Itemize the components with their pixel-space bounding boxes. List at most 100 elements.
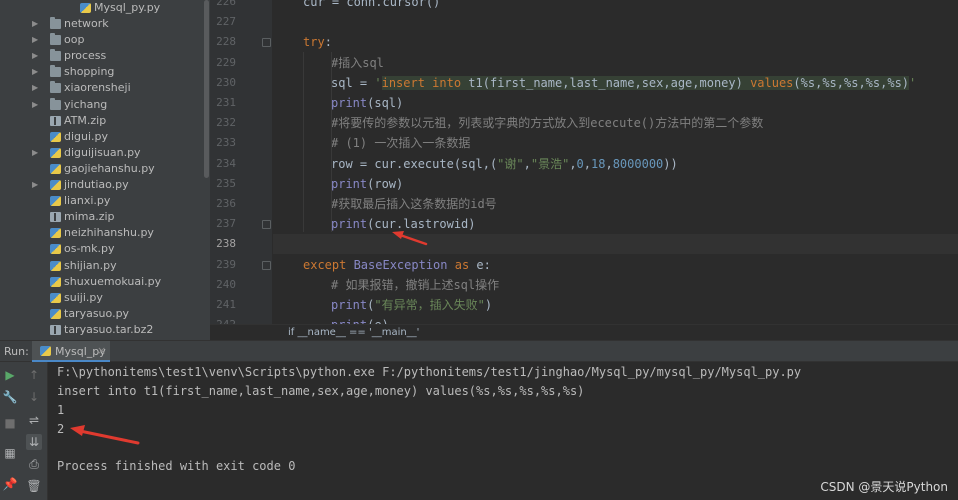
tree-item[interactable]: ▶ network	[0, 16, 203, 32]
tree-item-label: gaojiehanshu.py	[64, 161, 155, 175]
arrow-down-icon[interactable]: ↓	[26, 389, 42, 405]
code-line[interactable]: cur = conn.cursor()	[273, 0, 958, 12]
print-icon[interactable]: ⎙	[26, 456, 42, 472]
code-line[interactable]: try:	[273, 32, 958, 52]
fold-marker-icon[interactable]	[262, 38, 271, 48]
chevron-right-icon[interactable]: ▶	[32, 48, 42, 64]
code-line[interactable]: #将要传的参数以元祖，列表或字典的方式放入到ececute()方法中的第二个参数	[273, 113, 958, 133]
tree-item-label: shopping	[64, 65, 115, 79]
pin-icon[interactable]: 📌	[2, 476, 18, 492]
code-line[interactable]: # 如果报错，撤销上述sql操作	[273, 275, 958, 295]
tree-item-label: diguijisuan.py	[64, 145, 141, 159]
code-line[interactable]: # (1) 一次插入一条数据	[273, 133, 958, 153]
code-line[interactable]: print(row)	[273, 174, 958, 194]
python-file-icon	[50, 180, 61, 190]
tree-item[interactable]: mima.zip	[0, 209, 203, 225]
tree-item[interactable]: ▶ xiaorensheji	[0, 80, 203, 96]
code-token: :	[324, 35, 332, 50]
code-line[interactable]: #获取最后插入这条数据的id号	[273, 194, 958, 214]
tree-item[interactable]: ▶ oop	[0, 32, 203, 48]
code-line[interactable]: sql = 'insert into t1(first_name,last_na…	[273, 73, 958, 93]
code-token: try	[303, 35, 325, 50]
code-token: values	[750, 75, 794, 90]
console-line: Process finished with exit code 0	[57, 459, 296, 473]
tree-item[interactable]: taryasuo.tar.bz2	[0, 322, 203, 338]
archive-icon	[50, 115, 61, 126]
tree-item[interactable]: neizhihanshu.py	[0, 225, 203, 241]
tree-scrollbar[interactable]	[203, 0, 210, 340]
tree-item[interactable]: digui.py	[0, 129, 203, 145]
tree-item[interactable]: os-mk.py	[0, 241, 203, 257]
code-line[interactable]: print(cur.lastrowid)	[273, 214, 958, 234]
close-icon[interactable]: ×	[97, 344, 106, 357]
tree-item[interactable]: lianxi.py	[0, 193, 203, 209]
folder-icon	[50, 81, 61, 94]
code-token: print	[331, 176, 368, 191]
tree-item[interactable]: shijian.py	[0, 258, 203, 274]
tree-scrollbar-thumb[interactable]	[204, 0, 209, 178]
line-number: 228	[216, 35, 236, 49]
tree-item-top[interactable]: Mysql_py.py	[0, 0, 203, 16]
rerun-icon[interactable]: ▶	[2, 367, 18, 383]
tree-item-label: shijian.py	[64, 258, 117, 272]
tree-item[interactable]: ATM.zip	[0, 113, 203, 129]
code-token: print	[331, 96, 368, 110]
code-token: cur = conn.cursor()	[303, 0, 441, 9]
code-token: 18	[591, 156, 606, 171]
line-number: 238	[216, 237, 236, 251]
code-line[interactable]: print(sql)	[273, 93, 958, 113]
tree-item[interactable]: gaojiehanshu.py	[0, 161, 203, 177]
code-line[interactable]	[273, 12, 958, 32]
chevron-right-icon[interactable]: ▶	[32, 145, 42, 161]
stop-icon[interactable]: ■	[2, 415, 18, 431]
code-token: print	[331, 298, 368, 312]
soft-wrap-icon[interactable]: ⇌	[26, 412, 42, 428]
code-line[interactable]: #插入sql	[273, 53, 958, 73]
code-line[interactable]: except BaseException as e:	[273, 255, 958, 275]
code-line[interactable]: print("有异常，插入失败")	[273, 295, 958, 315]
python-file-icon	[50, 244, 61, 255]
code-token: #获取最后插入这条数据的id号	[331, 197, 497, 211]
code-token: 0	[576, 156, 584, 171]
line-number: 239	[216, 257, 236, 271]
scroll-to-end-icon[interactable]: ⇊	[26, 434, 42, 450]
tree-item[interactable]: shuxuemokuai.py	[0, 274, 203, 290]
chevron-right-icon[interactable]: ▶	[32, 97, 42, 113]
code-line[interactable]	[273, 234, 958, 255]
tree-item-label: lianxi.py	[64, 194, 111, 208]
code-token: insert into	[381, 75, 462, 90]
fold-marker-icon[interactable]	[262, 260, 271, 270]
layout-icon[interactable]: ▦	[2, 445, 18, 461]
chevron-right-icon[interactable]: ▶	[32, 177, 42, 193]
tree-item[interactable]: suiji.py	[0, 290, 203, 306]
python-file-icon	[50, 147, 61, 158]
code-token: t1(first_name,last_name,sex,age,money)	[461, 75, 751, 90]
tree-item[interactable]: ▶ shopping	[0, 64, 203, 80]
tree-item[interactable]: ▶ diguijisuan.py	[0, 145, 203, 161]
tree-item-label: neizhihanshu.py	[64, 226, 154, 240]
chevron-right-icon[interactable]: ▶	[32, 80, 42, 96]
tree-item[interactable]: ▶ process	[0, 48, 203, 64]
chevron-right-icon[interactable]: ▶	[32, 32, 42, 48]
tree-item[interactable]: ▶ yichang	[0, 97, 203, 113]
code-token: (cur.lastrowid)	[367, 217, 476, 232]
tree-item[interactable]: ▶ jindutiao.py	[0, 177, 203, 193]
line-number: 237	[216, 217, 236, 231]
code-token: (%s,%s,%s,%s,%s)	[793, 75, 910, 90]
chevron-right-icon[interactable]: ▶	[32, 16, 42, 32]
chevron-right-icon[interactable]: ▶	[32, 64, 42, 80]
breadcrumb[interactable]: if __name__ == '__main__'	[210, 324, 958, 340]
console-line: 1	[57, 403, 65, 417]
wrench-icon[interactable]: 🔧	[2, 389, 18, 405]
code-token: '	[909, 75, 917, 90]
python-file-icon	[50, 308, 61, 319]
python-file-icon	[50, 260, 61, 271]
code-line[interactable]: row = cur.execute(sql,("谢","景浩",0,18,800…	[273, 154, 958, 174]
tree-item[interactable]: taryasuo.py	[0, 306, 203, 322]
run-tab[interactable]: Mysql_py ×	[32, 341, 110, 362]
tree-item-label: Mysql_py.py	[94, 1, 161, 14]
line-number: 229	[216, 55, 236, 69]
fold-marker-icon[interactable]	[262, 220, 271, 230]
arrow-up-icon[interactable]: ↑	[26, 367, 42, 383]
trash-icon[interactable]: 🗑	[26, 478, 42, 494]
